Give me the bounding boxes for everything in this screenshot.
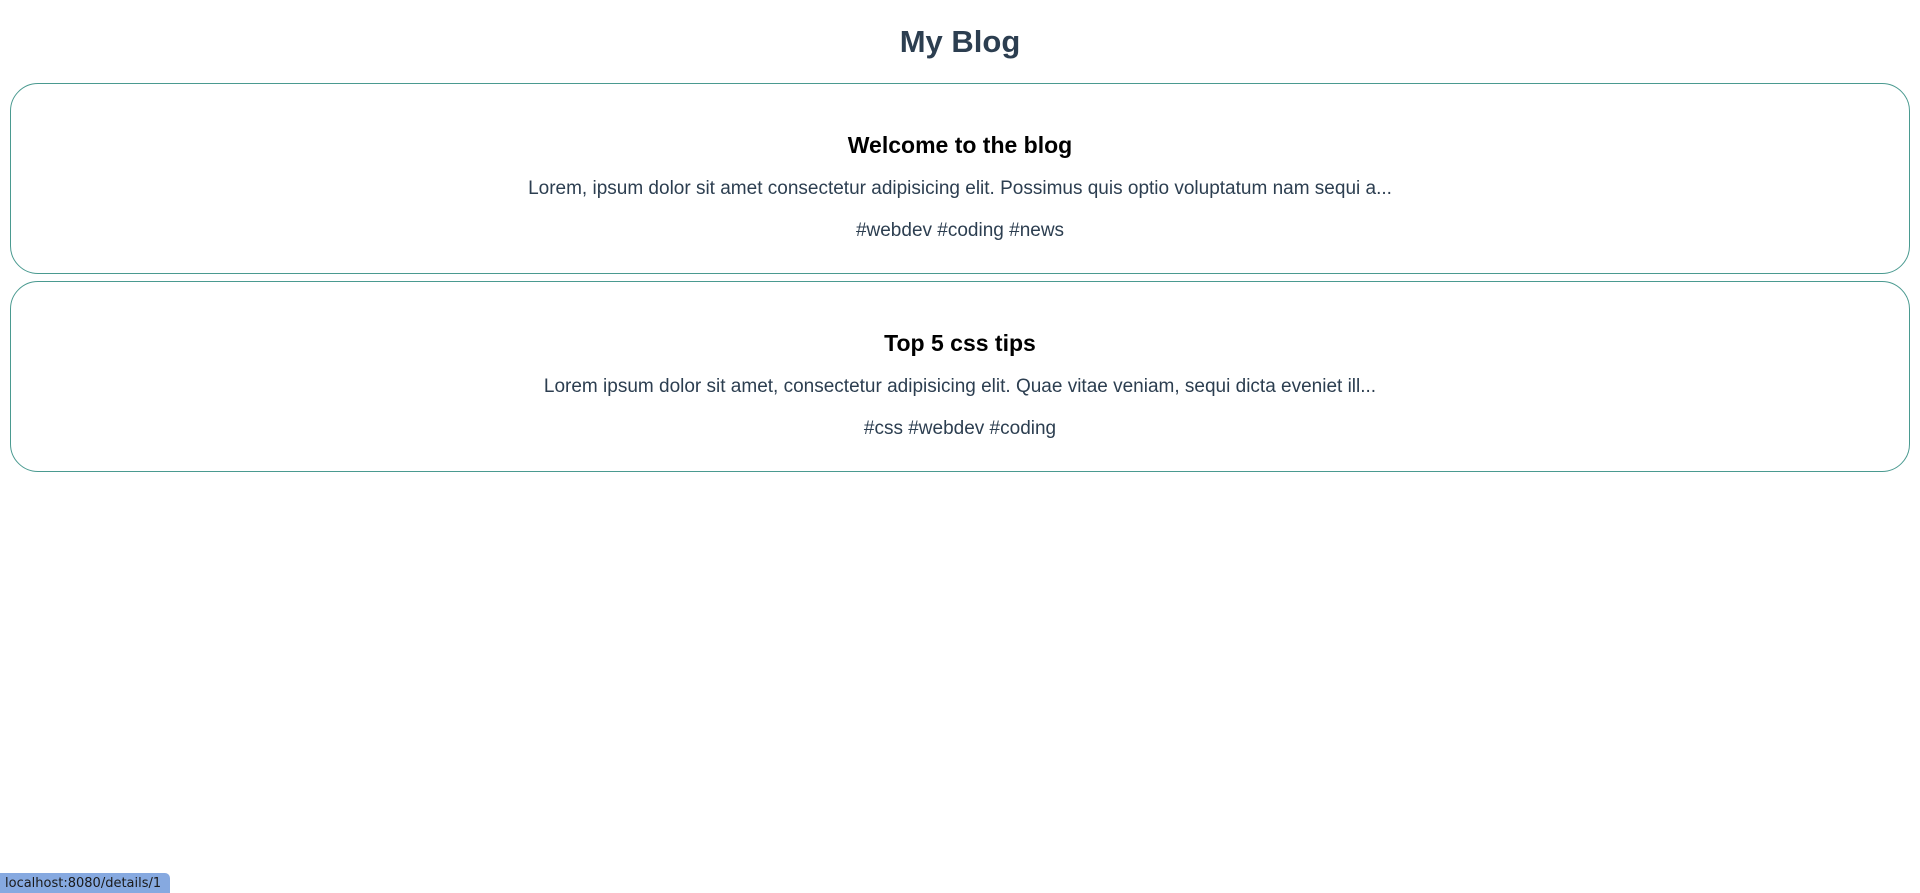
- post-card-welcome[interactable]: Welcome to the blog Lorem, ipsum dolor s…: [10, 83, 1910, 274]
- page-title: My Blog: [899, 24, 1021, 59]
- post-snippet: Lorem, ipsum dolor sit amet consectetur …: [528, 178, 1392, 199]
- post-snippet: Lorem ipsum dolor sit amet, consectetur …: [543, 376, 1377, 397]
- post-tags: #webdev #coding #news: [855, 220, 1065, 241]
- blog-page: My Blog Welcome to the blog Lorem, ipsum…: [0, 0, 1920, 893]
- post-list: Welcome to the blog Lorem, ipsum dolor s…: [0, 62, 1920, 472]
- post-tags: #css #webdev #coding: [863, 418, 1057, 439]
- link-status-bar: localhost:8080/details/1: [0, 873, 171, 893]
- post-card-css-tips[interactable]: Top 5 css tips Lorem ipsum dolor sit ame…: [10, 281, 1910, 472]
- post-title: Welcome to the blog: [847, 132, 1073, 158]
- post-title: Top 5 css tips: [884, 330, 1036, 356]
